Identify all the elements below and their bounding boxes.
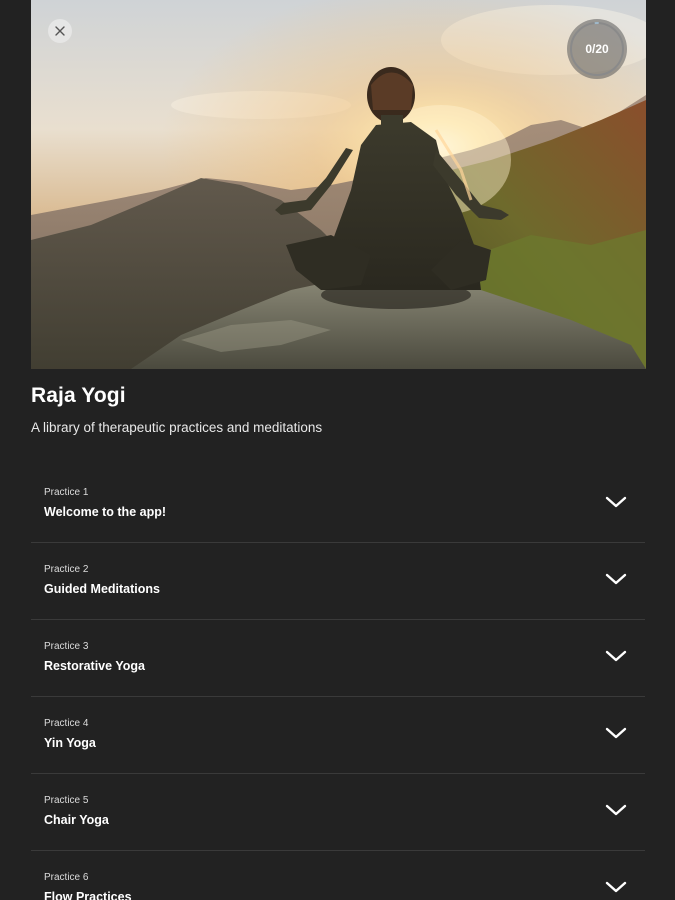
page-subtitle: A library of therapeutic practices and m… xyxy=(31,420,323,435)
practice-item-3[interactable]: Practice 3 Restorative Yoga xyxy=(31,620,645,697)
practice-item-4[interactable]: Practice 4 Yin Yoga xyxy=(31,697,645,774)
progress-count: 0/20 xyxy=(585,42,609,56)
screen: 0/20 Raja Yogi A library of therapeutic … xyxy=(0,0,675,900)
practice-number: Practice 1 xyxy=(44,487,89,498)
practice-number: Practice 2 xyxy=(44,564,89,575)
practice-number: Practice 3 xyxy=(44,641,89,652)
practice-item-2[interactable]: Practice 2 Guided Meditations xyxy=(31,543,645,620)
practice-title: Chair Yoga xyxy=(44,813,109,827)
chevron-down-icon[interactable] xyxy=(605,572,627,586)
chevron-down-icon[interactable] xyxy=(605,726,627,740)
practice-item-6[interactable]: Practice 6 Flow Practices xyxy=(31,851,645,900)
practice-number: Practice 6 xyxy=(44,872,89,883)
chevron-down-icon[interactable] xyxy=(605,495,627,509)
practice-item-1[interactable]: Practice 1 Welcome to the app! xyxy=(31,466,645,543)
hero-image xyxy=(31,0,646,369)
practice-item-5[interactable]: Practice 5 Chair Yoga xyxy=(31,774,645,851)
practice-title: Flow Practices xyxy=(44,890,132,900)
chevron-down-icon[interactable] xyxy=(605,880,627,894)
practice-number: Practice 4 xyxy=(44,718,89,729)
chevron-down-icon[interactable] xyxy=(605,649,627,663)
close-icon xyxy=(55,26,65,36)
practice-title: Welcome to the app! xyxy=(44,505,167,519)
progress-indicator: 0/20 xyxy=(566,18,628,80)
page-title: Raja Yogi xyxy=(31,384,126,407)
practice-number: Practice 5 xyxy=(44,795,89,806)
chevron-down-icon[interactable] xyxy=(605,803,627,817)
practice-title: Yin Yoga xyxy=(44,736,96,750)
close-button[interactable] xyxy=(48,19,72,43)
practice-title: Restorative Yoga xyxy=(44,659,145,673)
practice-list: Practice 1 Welcome to the app! Practice … xyxy=(31,466,645,900)
practice-title: Guided Meditations xyxy=(44,582,160,596)
